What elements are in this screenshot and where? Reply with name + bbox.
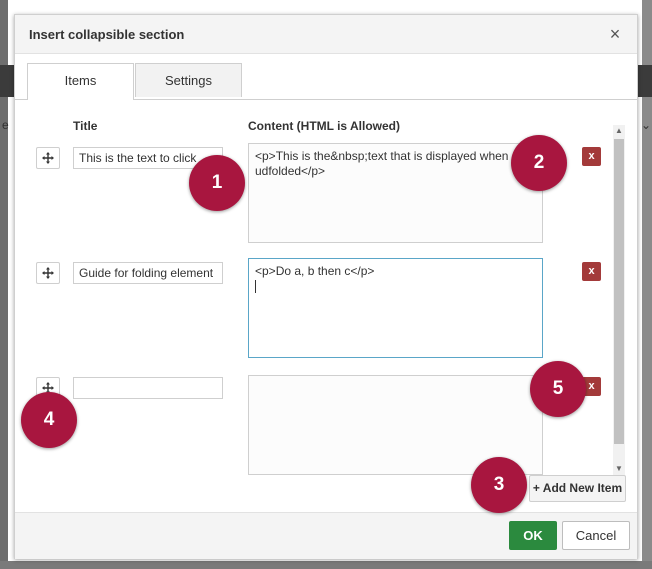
- insert-collapsible-dialog: Insert collapsible section × Items Setti…: [14, 14, 638, 559]
- items-scrollbar[interactable]: ▲ ▼: [613, 125, 625, 475]
- scroll-thumb[interactable]: [614, 139, 624, 444]
- cancel-button[interactable]: Cancel: [562, 521, 630, 550]
- item-content-textarea[interactable]: <p>Do a, b then c</p>: [248, 258, 543, 358]
- move-icon: [42, 267, 54, 279]
- item-title-input[interactable]: Guide for folding element: [73, 262, 223, 284]
- item-row: x: [15, 373, 615, 483]
- annotation-marker-2: 2: [511, 135, 567, 191]
- arrow-up-icon[interactable]: ▲: [613, 125, 625, 137]
- delete-item-button[interactable]: x: [582, 147, 601, 166]
- background-chevron-icon: ⌄: [641, 118, 652, 132]
- tab-items[interactable]: Items: [27, 63, 134, 100]
- background-edge-glyph: e: [2, 118, 9, 132]
- dialog-title: Insert collapsible section: [29, 27, 185, 42]
- annotation-marker-1: 1: [189, 155, 245, 211]
- item-title-input[interactable]: [73, 377, 223, 399]
- drag-handle[interactable]: [36, 262, 60, 284]
- close-icon[interactable]: ×: [605, 24, 625, 44]
- text-caret: [255, 280, 256, 293]
- drag-handle[interactable]: [36, 147, 60, 169]
- background-frame-bottom: [0, 561, 652, 569]
- annotation-marker-5: 5: [530, 361, 586, 417]
- item-content-text: <p>Do a, b then c</p>: [255, 264, 375, 278]
- item-row: Guide for folding element <p>Do a, b the…: [15, 258, 615, 368]
- title-column-header: Title: [73, 119, 98, 133]
- arrow-down-icon[interactable]: ▼: [613, 463, 625, 475]
- delete-item-button[interactable]: x: [582, 262, 601, 281]
- tab-settings[interactable]: Settings: [135, 63, 242, 97]
- item-content-textarea[interactable]: <p>This is the&nbsp;text that is display…: [248, 143, 543, 243]
- dialog-footer: OK Cancel: [15, 512, 637, 559]
- annotation-marker-4: 4: [21, 392, 77, 448]
- add-new-item-button[interactable]: + Add New Item: [529, 475, 626, 502]
- tab-bar: Items Settings: [15, 63, 637, 100]
- dialog-titlebar: Insert collapsible section ×: [15, 15, 637, 54]
- move-icon: [42, 152, 54, 164]
- annotation-marker-3: 3: [471, 457, 527, 513]
- ok-button[interactable]: OK: [509, 521, 557, 550]
- content-column-header: Content (HTML is Allowed): [248, 119, 400, 133]
